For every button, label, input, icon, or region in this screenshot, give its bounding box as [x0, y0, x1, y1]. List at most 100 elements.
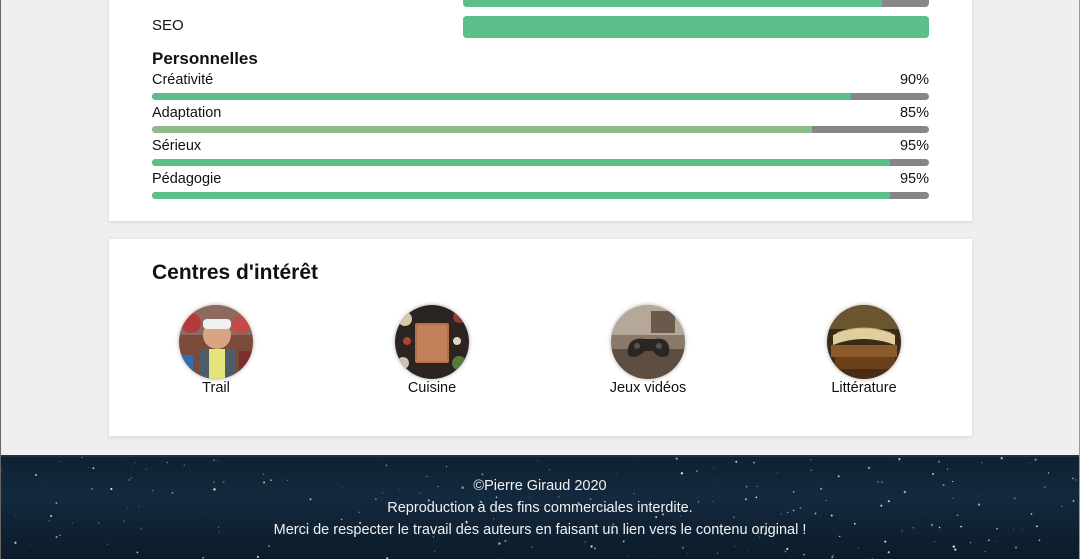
star	[655, 516, 658, 519]
star	[810, 469, 812, 471]
star	[1047, 472, 1050, 474]
star	[627, 555, 629, 557]
star	[34, 474, 37, 476]
star	[0, 470, 3, 472]
interest-label: Cuisine	[407, 380, 457, 396]
skill-fill	[152, 159, 891, 166]
star	[696, 470, 698, 472]
star	[537, 460, 539, 461]
interests-title: Centres d'intérêt	[152, 261, 319, 284]
star	[558, 496, 560, 498]
star	[987, 539, 990, 542]
star	[681, 546, 685, 549]
site-footer: ©Pierre Giraud 2020 Reproduction à des f…	[0, 455, 1080, 559]
skill-bar-fill	[463, 0, 883, 7]
skill-percent: 95%	[899, 138, 929, 154]
skill-creativite: Créativité 90%	[152, 72, 929, 102]
star	[747, 549, 749, 551]
star	[385, 464, 388, 466]
star	[932, 472, 935, 475]
star	[340, 518, 343, 521]
star	[217, 459, 219, 461]
star	[92, 467, 95, 470]
star	[810, 459, 812, 461]
star	[529, 496, 531, 498]
star	[30, 544, 31, 545]
star	[938, 460, 940, 463]
skills-card: SEO Personnelles Créativité 90% Adaptati…	[109, 0, 972, 221]
skill-row-seo: SEO	[152, 15, 929, 41]
star	[86, 467, 88, 469]
star	[548, 469, 550, 471]
star	[755, 496, 758, 499]
skill-row-partial	[152, 0, 929, 16]
skill-name: Adaptation	[152, 105, 222, 121]
footer-reproduction-notice: Reproduction à des fins commerciales int…	[387, 500, 693, 516]
star	[0, 552, 1, 554]
star	[81, 457, 83, 459]
star	[135, 462, 136, 463]
interest-label: Littérature	[831, 380, 897, 396]
star	[590, 545, 593, 548]
star	[445, 465, 448, 468]
skill-adaptation: Adaptation 85%	[152, 105, 929, 135]
star	[857, 547, 859, 549]
interest-jeux-videos[interactable]: Jeux vidéos	[578, 305, 718, 405]
star	[947, 468, 949, 470]
star	[1014, 546, 1018, 549]
star	[1013, 497, 1016, 500]
star	[734, 546, 736, 548]
star	[59, 461, 60, 462]
skill-fill	[152, 126, 813, 133]
skill-track	[152, 192, 929, 199]
skill-bar-seo	[463, 16, 929, 38]
interest-trail[interactable]: Trail	[146, 305, 286, 405]
skill-bar-partial	[463, 0, 929, 7]
star	[781, 550, 783, 551]
star	[934, 541, 936, 543]
skill-name: Pédagogie	[152, 171, 222, 187]
star	[786, 547, 789, 551]
star	[530, 546, 533, 549]
star	[256, 555, 260, 559]
star	[533, 469, 535, 471]
star	[14, 541, 17, 544]
star	[952, 545, 955, 548]
star	[735, 460, 738, 463]
interest-label: Trail	[202, 380, 230, 396]
interest-cuisine[interactable]: Cuisine	[362, 305, 502, 405]
footer-respect-notice: Merci de respecter le travail des auteur…	[273, 522, 807, 538]
star	[984, 550, 986, 553]
star	[898, 457, 901, 461]
star	[981, 462, 983, 464]
star	[213, 459, 215, 461]
skill-label-seo: SEO	[152, 17, 184, 34]
star	[584, 541, 586, 543]
trail-photo-icon	[179, 305, 253, 379]
star	[433, 550, 436, 553]
star	[1000, 457, 1003, 460]
star	[1030, 462, 1032, 464]
section-title-personnelles: Personnelles	[152, 49, 258, 68]
star	[131, 465, 133, 467]
skill-bar-fill	[463, 16, 929, 38]
interest-label: Jeux vidéos	[609, 380, 687, 396]
star	[954, 548, 957, 551]
star	[616, 473, 618, 475]
star	[732, 516, 736, 519]
skill-name: Créativité	[152, 72, 214, 88]
star	[498, 542, 501, 545]
skill-name: Sérieux	[152, 138, 202, 154]
star	[832, 554, 834, 557]
star	[978, 495, 980, 497]
star	[803, 553, 805, 556]
interest-litterature[interactable]: Littérature	[794, 305, 934, 405]
star	[680, 472, 684, 475]
star	[593, 547, 597, 550]
star	[1034, 458, 1037, 461]
skill-percent: 95%	[899, 171, 929, 187]
star	[262, 473, 265, 475]
star	[752, 461, 755, 464]
star	[1029, 464, 1031, 466]
star	[622, 540, 625, 543]
